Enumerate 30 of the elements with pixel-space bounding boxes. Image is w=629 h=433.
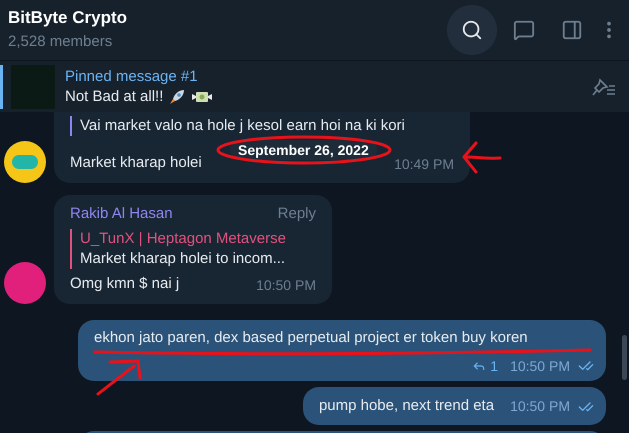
annotation-arrow: [96, 359, 142, 396]
user-avatar[interactable]: [4, 262, 46, 304]
message-text: ekhon jato paren, dex based perpetual project er token buy koren: [94, 328, 528, 348]
message-time: 10:50 PM: [510, 356, 570, 376]
message-text: Market kharap holei: [70, 153, 202, 173]
search-icon: [461, 19, 483, 41]
pinned-label: Pinned message #1: [65, 66, 199, 86]
message-text: Omg kmn $ nai j: [70, 274, 180, 294]
sender-name[interactable]: Rakib Al Hasan: [70, 202, 173, 225]
message-time: 10:50 PM: [510, 397, 570, 416]
date-badge: September 26, 2022: [230, 140, 377, 160]
scrollbar-thumb[interactable]: [622, 335, 627, 380]
pinned-list-icon[interactable]: [591, 76, 617, 98]
quote-text: Vai market valo na hole j kesol earn hoi na ki kori: [80, 116, 406, 136]
message-time: 10:50 PM: [256, 276, 316, 294]
reply-link[interactable]: Reply: [278, 202, 316, 225]
quoted-message[interactable]: U_TunX | Heptagon Metaverse Market kharap holei to incom...: [70, 229, 316, 269]
member-count: 2,528 members: [8, 32, 114, 52]
group-logo-avatar[interactable]: [4, 140, 46, 182]
annotation-arrow: [462, 142, 502, 174]
message-time: 10:49 PM: [394, 154, 454, 174]
quote-author: U_TunX | Heptagon Metaverse: [80, 229, 287, 249]
reply-count: 1: [490, 356, 498, 376]
quote-text: Market kharap holei to incom...: [80, 249, 286, 269]
quoted-message[interactable]: Vai market valo na hole j kesol earn hoi na ki kori: [70, 116, 454, 136]
message-text: pump hobe, next trend eta: [318, 396, 494, 416]
chat-title[interactable]: BitByte Crypto: [8, 6, 447, 30]
pinned-text: Not Bad at all!!: [65, 86, 164, 106]
pinned-message-bar[interactable]: Pinned message #1 Not Bad at all!!: [0, 60, 629, 112]
search-button[interactable]: [447, 5, 497, 55]
